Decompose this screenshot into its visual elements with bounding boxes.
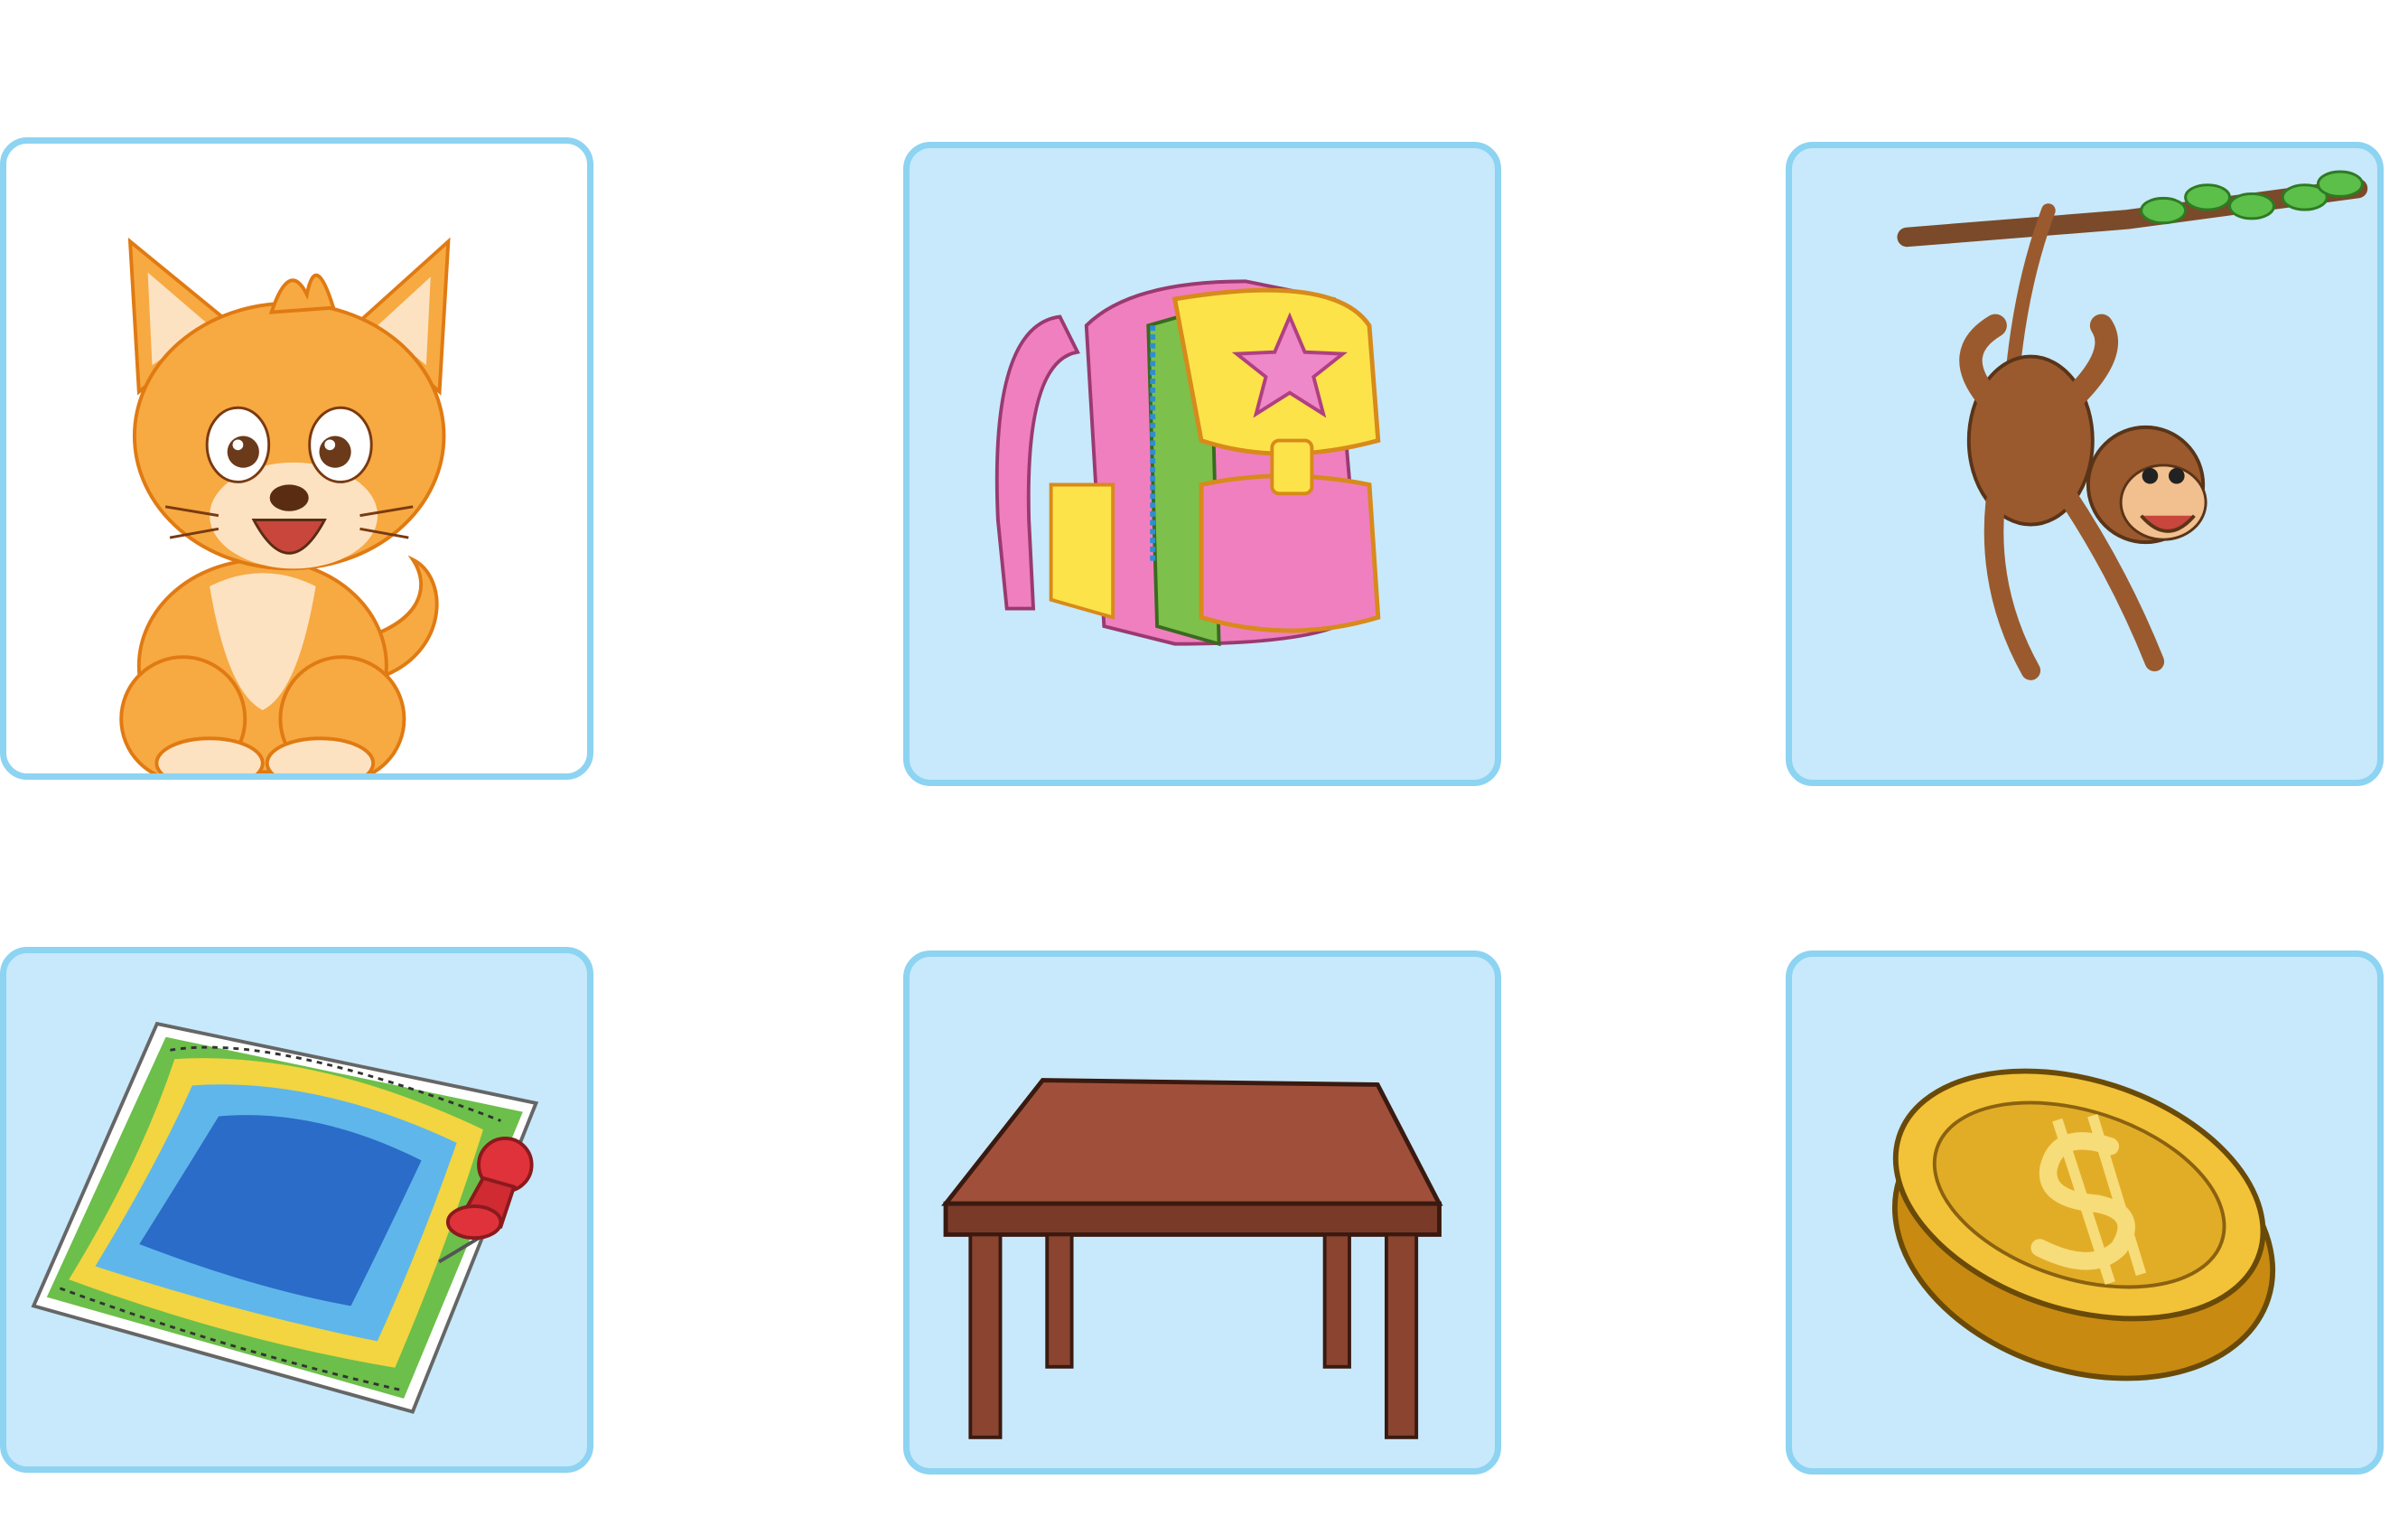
picture-card-map[interactable] <box>0 947 593 1473</box>
picture-card-monkey[interactable] <box>1786 142 2384 786</box>
coin-icon <box>1891 1068 2276 1381</box>
monkey-icon <box>1897 170 2368 680</box>
picture-card-kitten[interactable] <box>0 137 593 780</box>
picture-card-backpack[interactable] <box>903 142 1501 786</box>
backpack-icon <box>994 279 1381 647</box>
map-icon <box>31 1021 539 1414</box>
table-icon <box>941 1078 1443 1439</box>
picture-card-table[interactable] <box>903 950 1501 1475</box>
picture-card-coin[interactable] <box>1786 950 2384 1475</box>
kitten-icon <box>119 237 451 773</box>
